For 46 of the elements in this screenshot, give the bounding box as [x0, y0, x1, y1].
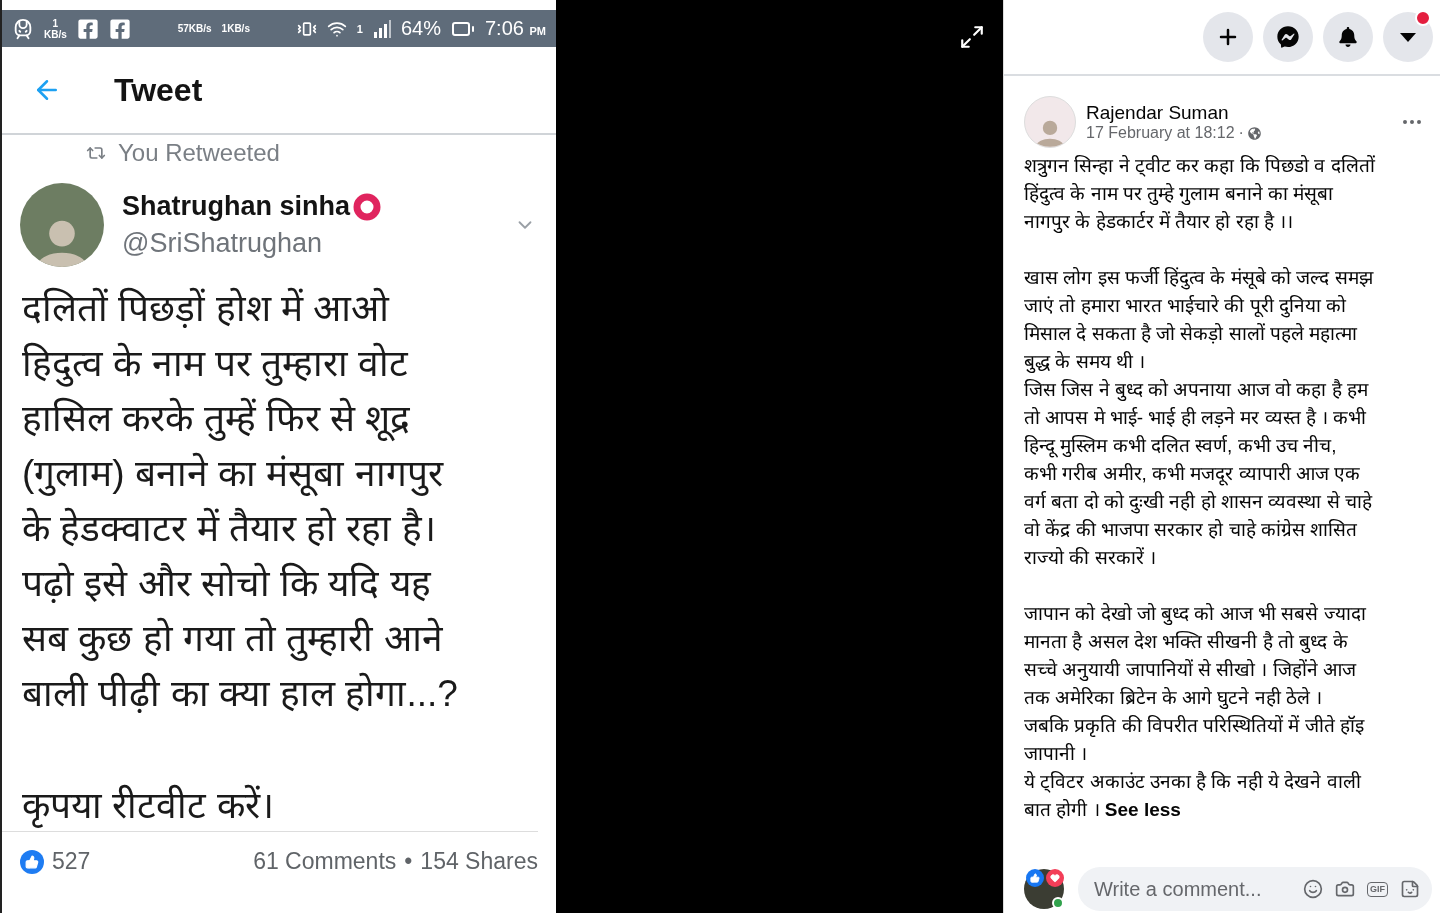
clock-time: 7:06 PM: [485, 17, 546, 40]
messenger-button[interactable]: [1263, 12, 1313, 62]
screen-title: Tweet: [114, 71, 203, 109]
train-icon: [12, 17, 34, 40]
globe-icon: [1247, 126, 1261, 140]
tweet-text: कृपया रीटवीट करें।: [2, 721, 538, 832]
caret-icon: [1400, 32, 1416, 42]
comment-box[interactable]: Write a comment... GIF: [1078, 867, 1432, 911]
online-dot: [1052, 897, 1064, 909]
messenger-icon: [1277, 26, 1299, 48]
create-button[interactable]: [1203, 12, 1253, 62]
notifications-button[interactable]: [1323, 12, 1373, 62]
like-icon: [1026, 869, 1044, 887]
tweet-text: दलितों पिछड़ों होश में आओ हिदुत्व के नाम पर तुम्हारा वोट हासिल करके तुम्हें फिर से शूद्र (गुलाम) बनाने का मंसूबा नागपुर के हेडक्वाटर में तैयार हो रहा है। पढ़ो इसे और सोचो कि यदि यह सब कुछ हो गया तो तुम्हारी आने बाली पीढ़ी का क्या हाल होगा...?: [21, 286, 459, 716]
gif-button[interactable]: GIF: [1367, 881, 1388, 897]
post-text: जापान को देखो जो बुध्द को आज भी सबसे ज्यादा मानता है असल देश भक्ति सीखनी है तो बुध्द के सच्चे अनुयायी जापानियों से सीखो । जिहोंने आज तक अमेरिका ब्रिटेन के आगे घुटने नही ठेले । जबकि प्रकृति की विपरीत परिस्थितियों में जीते हॉइ जापानी । ये ट्विटर अकाउंट उनका है कि नही ये देखने वाली बात होगी । See less: [1024, 602, 1367, 822]
signal-icon: [372, 19, 391, 38]
comment-field[interactable]: Write a comment...: [1092, 876, 1291, 902]
post-text: शत्रुगन सिन्हा ने ट्वीट कर कहा कि पिछडो व दलितों हिंदुत्व के नाम पर तुम्हे गुलाम बनाने का मंसूबा नागपुर के हेडकार्टर में तैयार हो रहा है ।।: [1024, 154, 1376, 235]
share-count: 154 Shares: [420, 848, 538, 875]
comment-count: 61 Comments: [253, 848, 397, 875]
post-time[interactable]: 17 February at 18:12: [1086, 124, 1235, 142]
battery-level: 64%: [400, 17, 441, 40]
author-name: Shatrughan sinha: [122, 191, 351, 222]
separator-dot: ·: [1238, 124, 1244, 142]
facebook-icon: [108, 17, 131, 40]
notifications-icon: [1338, 27, 1358, 47]
facebook-icon: [76, 17, 99, 40]
sim-number: 1: [356, 22, 363, 35]
post-text: खास लोग इस फर्जी हिंदुत्व के मंसूबे को जल्द समझ जाएं तो हमारा भारत भाईचारे की पूरी दुनिया को मिसाल दे सकता है जो सेकड़ो सालों पहले महात्मा बुद्ध के समय थी । जिस जिस ने बुध्द को अपनाया आज वो कहा है हम तो आपस मे भाई- भाई ही लड़ने मर व्यस्त है । कभी हिन्दू मुस्लिम कभी दलित स्वर्ण, कभी उच नीच, कभी गरीब अमीर, कभी मजदूर व्यापारी आज एक वर्ग बता दो को दुःखी नही हो शासन व्यवस्था से चाहे वो केंद्र की भाजपा सरकार हो चाहे कांग्रेस शासित राज्यो की सरकारें ।: [1024, 266, 1375, 570]
separator-dot: •: [404, 848, 413, 875]
retweet-note: You Retweeted: [118, 139, 280, 167]
see-less-link[interactable]: See less: [1104, 799, 1181, 820]
download-speed: 1KB/s: [221, 23, 250, 34]
ring-icon: [352, 191, 383, 222]
emoji-icon[interactable]: [1303, 879, 1323, 899]
post-author[interactable]: Rajendar Suman: [1086, 102, 1390, 124]
like-icon: [20, 849, 44, 874]
sticker-icon[interactable]: [1400, 879, 1420, 899]
expand-icon[interactable]: [959, 24, 985, 50]
camera-icon[interactable]: [1335, 879, 1355, 899]
upload-speed: 57KB/s: [177, 23, 212, 34]
network-speed: 1 KB/s: [44, 17, 67, 40]
author-handle: @SriShatrughan: [122, 228, 324, 259]
account-button[interactable]: [1383, 12, 1433, 62]
like-count: 527: [52, 848, 91, 875]
